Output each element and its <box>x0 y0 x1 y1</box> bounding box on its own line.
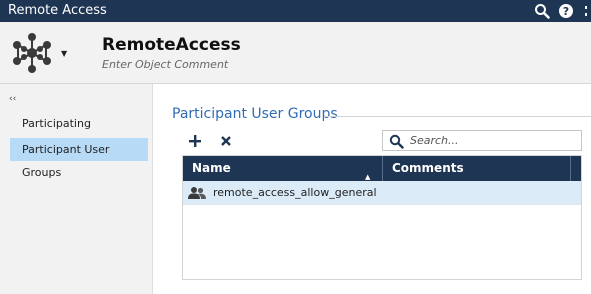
column-header-comments[interactable]: Comments <box>383 156 571 181</box>
user-group-icon <box>188 186 206 200</box>
search-input[interactable] <box>410 133 575 148</box>
section-divider <box>324 116 591 117</box>
table-row[interactable]: remote_access_allow_general <box>183 181 581 205</box>
search-box[interactable] <box>382 130 582 151</box>
column-header-label: Name <box>192 161 231 175</box>
group-name: remote_access_allow_general <box>213 186 377 199</box>
main-panel: Participant User Groups Name ▲ Comments <box>154 84 591 294</box>
add-button[interactable] <box>186 132 204 150</box>
window-title: Remote Access <box>8 3 107 18</box>
window-titlebar: Remote Access ? <box>0 0 591 22</box>
search-icon[interactable] <box>533 2 551 20</box>
object-comment-field[interactable]: Enter Object Comment <box>102 58 228 71</box>
table-header: Name ▲ Comments <box>183 156 581 181</box>
svg-text:?: ? <box>563 5 569 18</box>
user-groups-table: Name ▲ Comments remote_access_allow_gene… <box>182 155 582 280</box>
table-cell-comments[interactable] <box>383 181 581 205</box>
object-name[interactable]: RemoteAccess <box>102 35 241 55</box>
more-icon[interactable] <box>581 2 591 20</box>
object-header: ▼ RemoteAccess Enter Object Comment <box>0 22 591 84</box>
object-menu-caret-icon[interactable]: ▼ <box>61 49 67 58</box>
sidebar-item-participant-user-groups[interactable]: Participant User Groups <box>10 138 148 179</box>
close-icon <box>221 136 231 146</box>
sidebar-item-label: Participant User Groups <box>22 143 110 179</box>
network-hub-icon[interactable] <box>10 32 54 74</box>
table-cell-name[interactable]: remote_access_allow_general <box>183 181 383 205</box>
search-icon <box>389 134 404 149</box>
column-header-label: Comments <box>392 161 464 175</box>
plus-icon <box>189 135 201 147</box>
sidebar-item-participating-gateways[interactable]: Participating Gateways <box>10 112 148 153</box>
help-icon[interactable]: ? <box>557 2 575 20</box>
remove-button[interactable] <box>217 132 235 150</box>
collapse-sidebar-icon[interactable]: ‹‹ <box>9 94 16 104</box>
column-header-name[interactable]: Name ▲ <box>183 156 383 181</box>
sidebar: ‹‹ Participating Gateways Participant Us… <box>0 84 153 294</box>
section-title: Participant User Groups <box>172 106 338 122</box>
